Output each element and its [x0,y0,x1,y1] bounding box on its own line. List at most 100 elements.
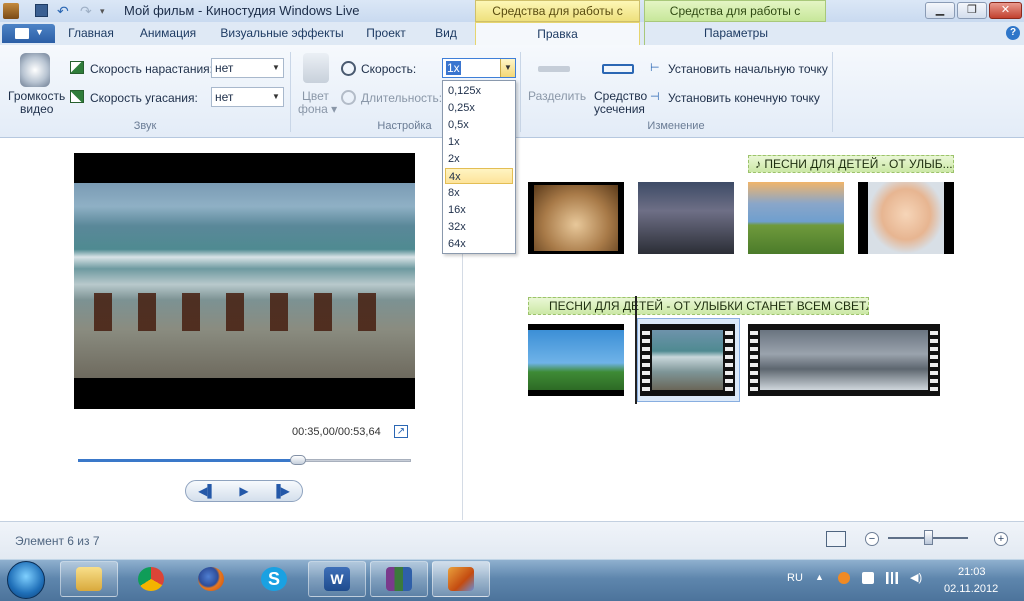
horses-image [82,293,402,331]
clip-church[interactable] [748,182,844,254]
clock-date[interactable]: 02.11.2012 [944,583,998,595]
player-controls: ◀▌ ▶ ▐▶ [185,480,303,502]
seek-thumb[interactable] [290,455,306,465]
seals-thumbnail [760,330,928,390]
tab-animation[interactable]: Анимация [130,22,206,45]
undo-icon[interactable]: ↶ [57,3,73,19]
taskbar-firefox[interactable] [182,561,240,597]
qat-customize-icon[interactable]: ▾ [100,3,116,19]
zoom-out-button[interactable]: − [865,532,879,546]
chevron-down-icon: ▼ [500,59,515,77]
tab-visual-effects[interactable]: Визуальные эффекты [218,22,346,45]
speed-icon [341,61,356,76]
clock-time[interactable]: 21:03 [958,566,986,578]
taskbar-chrome[interactable] [122,561,180,597]
word-icon: W [324,567,350,591]
taskbar-winrar[interactable] [370,561,428,597]
next-frame-button[interactable]: ▐▶ [272,484,290,498]
split-button: Разделить [528,89,587,103]
trim-icon[interactable] [602,64,634,74]
window-title: Мой фильм - Киностудия Windows Live [124,3,360,18]
fade-out-select[interactable]: нет ▼ [211,87,284,107]
speed-label: Скорость: [361,62,417,76]
chevron-down-icon: ▼ [35,27,44,37]
chevron-down-icon: ▼ [272,92,280,101]
clip-child[interactable] [858,182,954,254]
fullscreen-icon[interactable]: ↗ [394,425,408,438]
seek-bar-progress [78,459,298,462]
set-end-point-button[interactable]: Установить конечную точку [668,91,820,105]
kitten-thumbnail [534,185,618,251]
split-icon [538,66,570,72]
preview-frame [74,183,415,378]
app-icon[interactable] [3,3,19,19]
tray-app-icon[interactable] [838,572,850,584]
skype-icon: S [261,567,287,591]
volume-label-line1[interactable]: Громкость [8,89,65,103]
fade-in-select[interactable]: нет ▼ [211,58,284,78]
speed-option[interactable]: 0,25x [445,100,513,116]
clip-kitten[interactable] [528,182,624,254]
tab-home[interactable]: Главная [58,22,124,45]
language-indicator[interactable]: RU [787,572,803,584]
speed-value: 1x [446,61,461,75]
rainbow-thumbnail [528,330,624,390]
close-button[interactable]: ✕ [989,2,1022,19]
speed-option[interactable]: 4x [445,168,513,184]
taskbar-explorer[interactable] [60,561,118,597]
speed-option[interactable]: 16x [445,202,513,218]
fade-out-icon [70,90,84,103]
app-menu-icon [15,28,29,39]
zoom-slider-thumb[interactable] [924,530,933,545]
speed-option[interactable]: 0,5x [445,117,513,133]
timecode-display: 00:35,00/00:53,64 [292,426,381,438]
speed-option[interactable]: 2x [445,151,513,167]
app-menu-button[interactable]: ▼ [2,24,55,43]
save-icon[interactable] [35,4,48,17]
group-label-sound: Звук [133,120,157,132]
clip-dark-landscape[interactable] [638,182,734,254]
tray-device-icon[interactable] [862,572,874,584]
fade-out-value: нет [215,90,234,104]
video-preview[interactable] [74,153,415,409]
clip-horses-selected[interactable] [640,324,735,396]
speed-option[interactable]: 1x [445,134,513,150]
tab-options[interactable]: Параметры [644,22,827,45]
taskbar-movie-maker[interactable] [432,561,490,597]
volume-icon[interactable]: ◀) [910,572,922,584]
group-separator [832,52,833,132]
volume-label-line2[interactable]: видео [20,102,53,116]
speed-option[interactable]: 64x [445,236,513,252]
context-tab-music-tools: Средства для работы с музыкой [644,0,826,38]
taskbar-word[interactable]: W [308,561,366,597]
music-track-2[interactable]: ПЕСНИ ДЛЯ ДЕТЕЙ - ОТ УЛЫБКИ СТАНЕТ ВСЕМ … [528,297,869,315]
speed-option[interactable]: 0,125x [445,83,513,99]
playhead[interactable] [635,296,637,404]
folder-icon [76,567,102,591]
play-button[interactable]: ▶ [235,484,253,498]
trim-label-line1[interactable]: Средство [594,89,647,103]
set-start-point-button[interactable]: Установить начальную точку [668,62,828,76]
previous-frame-button[interactable]: ◀▌ [198,484,216,498]
aspect-ratio-icon[interactable] [826,531,846,547]
tab-edit[interactable]: Правка [475,22,640,45]
speed-select[interactable]: 1x ▼ [442,58,516,78]
minimize-button[interactable]: ▁ [925,2,955,19]
child-thumbnail [868,182,944,254]
help-icon[interactable]: ? [1006,26,1020,40]
speed-option[interactable]: 8x [445,185,513,201]
maximize-button[interactable]: ❐ [957,2,987,19]
network-icon[interactable] [886,572,898,584]
clip-rainbow[interactable] [528,324,624,396]
start-button[interactable] [7,561,45,599]
show-hidden-icons-icon[interactable]: ▲ [815,572,827,584]
speed-option[interactable]: 32x [445,219,513,235]
tab-view[interactable]: Вид [426,22,466,45]
speaker-icon[interactable] [20,53,50,87]
taskbar-skype[interactable]: S [245,561,303,597]
trim-label-line2[interactable]: усечения [594,102,645,116]
clip-seals[interactable] [748,324,940,396]
tab-project[interactable]: Проект [356,22,416,45]
music-track-1[interactable]: ♪ ПЕСНИ ДЛЯ ДЕТЕЙ - ОТ УЛЫБ... [748,155,954,173]
zoom-in-button[interactable]: + [994,532,1008,546]
